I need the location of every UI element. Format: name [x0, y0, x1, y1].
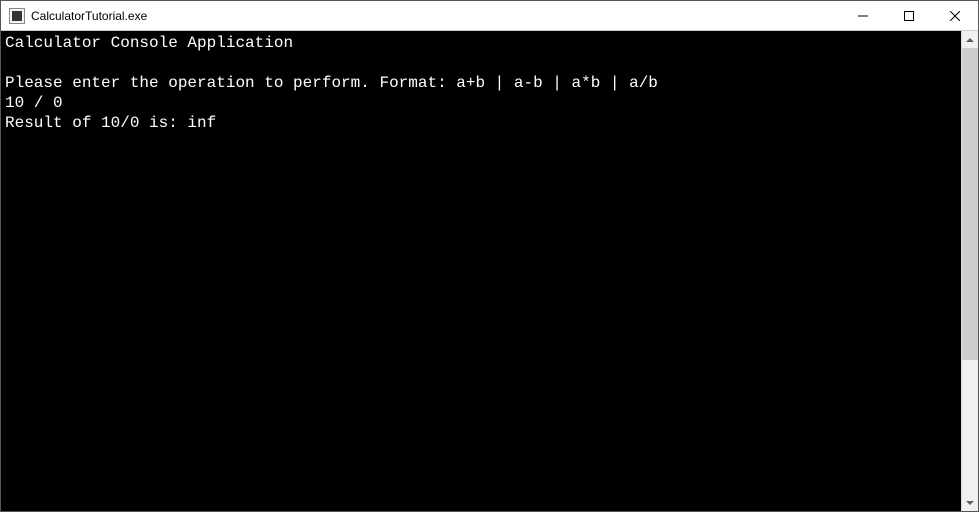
- window-titlebar[interactable]: CalculatorTutorial.exe: [1, 1, 978, 31]
- close-button[interactable]: [932, 1, 978, 30]
- scroll-thumb[interactable]: [962, 48, 978, 360]
- text-cursor: [5, 136, 6, 152]
- console-line: Result of 10/0 is: inf: [5, 114, 216, 132]
- window-controls: [840, 1, 978, 30]
- console-line: 10 / 0: [5, 94, 63, 112]
- console-line: Please enter the operation to perform. F…: [5, 74, 658, 92]
- maximize-button[interactable]: [886, 1, 932, 30]
- minimize-button[interactable]: [840, 1, 886, 30]
- console-line: Calculator Console Application: [5, 34, 293, 52]
- window-title: CalculatorTutorial.exe: [31, 9, 840, 23]
- vertical-scrollbar[interactable]: [961, 31, 978, 511]
- console-area: Calculator Console Application Please en…: [1, 31, 978, 511]
- console-output[interactable]: Calculator Console Application Please en…: [1, 31, 961, 511]
- scroll-up-arrow-icon[interactable]: [962, 31, 978, 48]
- scroll-track[interactable]: [962, 48, 978, 494]
- app-icon: [9, 8, 25, 24]
- scroll-down-arrow-icon[interactable]: [962, 494, 978, 511]
